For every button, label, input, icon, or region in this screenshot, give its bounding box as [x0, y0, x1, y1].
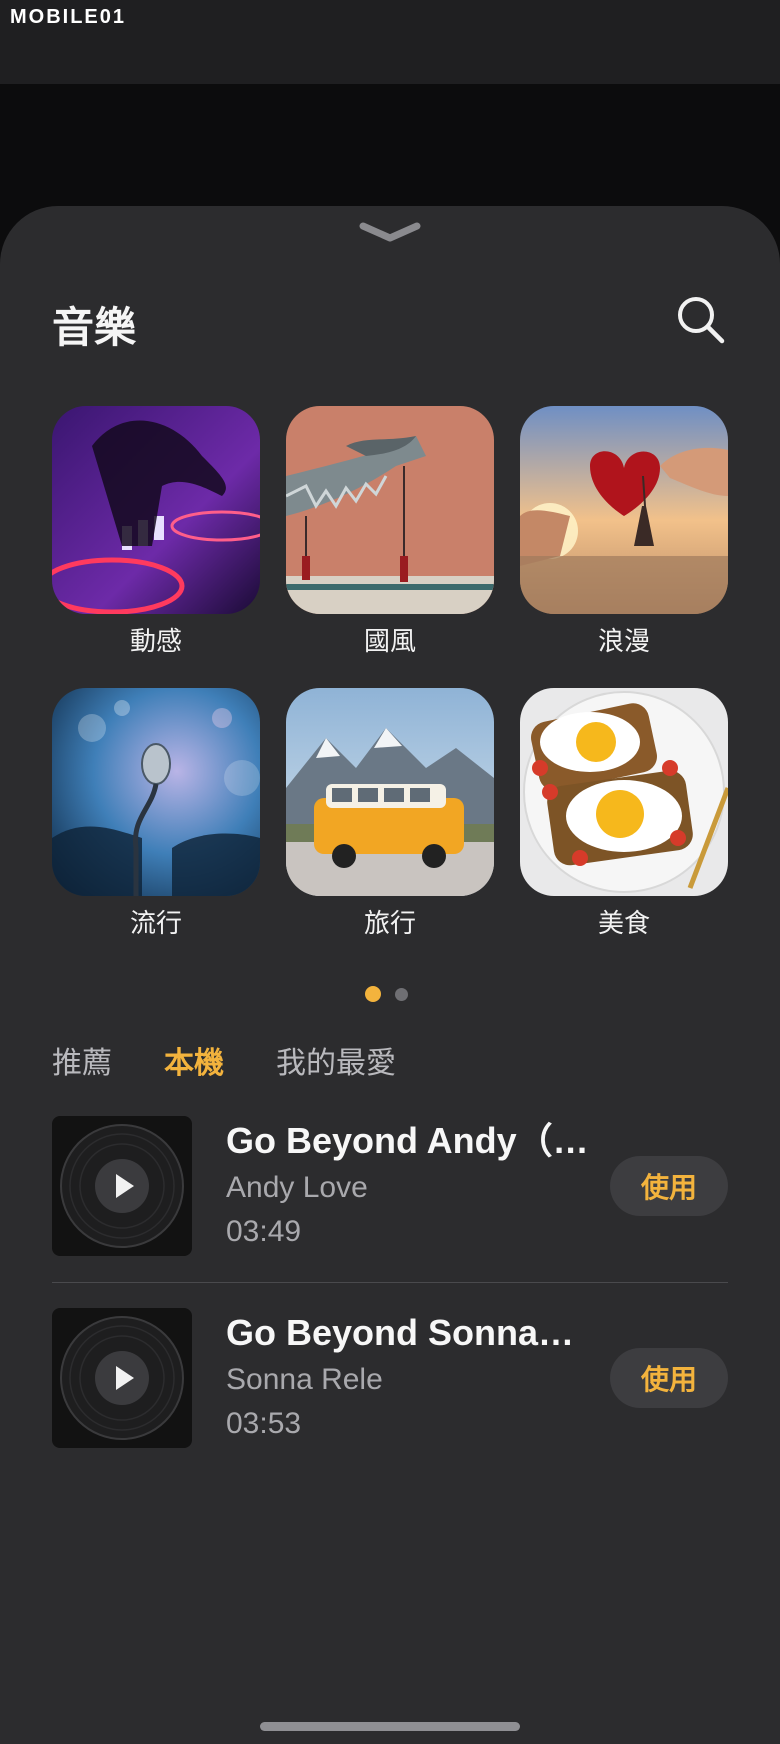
category-chinese-style[interactable]: 國風 [286, 406, 494, 660]
page-indicator [365, 986, 408, 1002]
category-dynamic[interactable]: 動感 [52, 406, 260, 660]
category-travel[interactable]: 旅行 [286, 688, 494, 942]
song-duration: 03:49 [226, 1215, 302, 1248]
dj-turntable-image [52, 406, 260, 614]
heart-eiffel-image [520, 406, 728, 614]
vinyl-thumbnail[interactable] [52, 1308, 192, 1448]
page-title: 音樂 [52, 303, 137, 352]
category-label: 美食 [597, 909, 650, 939]
use-button[interactable]: 使用 [610, 1156, 728, 1216]
song-title: Go Beyond Sonna（... [226, 1312, 596, 1353]
search-icon[interactable] [675, 294, 727, 346]
page-dot-active[interactable] [365, 986, 381, 1002]
category-label: 旅行 [363, 909, 416, 939]
page-dot[interactable] [395, 988, 408, 1001]
category-label: 國風 [363, 627, 416, 657]
tab-favorites[interactable]: 我的最愛 [276, 1038, 396, 1082]
category-romance[interactable]: 浪漫 [520, 406, 728, 660]
top-bar: MOBILE01 [0, 0, 780, 84]
microphone-image [52, 688, 260, 896]
category-label: 流行 [129, 909, 182, 939]
watermark-logo: MOBILE01 [10, 6, 127, 28]
use-button[interactable]: 使用 [610, 1348, 728, 1408]
category-label: 浪漫 [597, 627, 650, 657]
music-tabs: 推薦 本機 我的最愛 [52, 1038, 396, 1082]
category-label: 動感 [129, 627, 182, 657]
music-bottom-sheet: 音樂 動感 國風 浪漫 流行 旅行 美食 推薦 本機 我的最愛 Go Beyon… [0, 206, 780, 1744]
category-grid: 動感 國風 浪漫 流行 旅行 美食 [52, 406, 728, 942]
home-indicator[interactable] [260, 1722, 520, 1731]
song-row[interactable]: Go Beyond Andy（H... Andy Love 03:49 使用 [52, 1116, 728, 1256]
chinese-eave-image [286, 406, 494, 614]
category-food[interactable]: 美食 [520, 688, 728, 942]
tab-recommended[interactable]: 推薦 [52, 1038, 112, 1082]
fried-eggs-image [520, 688, 728, 896]
song-duration: 03:53 [226, 1407, 302, 1440]
chevron-down-icon[interactable] [357, 218, 423, 246]
camper-van-image [286, 688, 494, 896]
song-row[interactable]: Go Beyond Sonna（... Sonna Rele 03:53 使用 [52, 1308, 728, 1448]
vinyl-thumbnail[interactable] [52, 1116, 192, 1256]
song-title: Go Beyond Andy（H... [226, 1120, 596, 1161]
list-divider [52, 1282, 728, 1283]
category-pop[interactable]: 流行 [52, 688, 260, 942]
tab-local[interactable]: 本機 [164, 1038, 224, 1082]
